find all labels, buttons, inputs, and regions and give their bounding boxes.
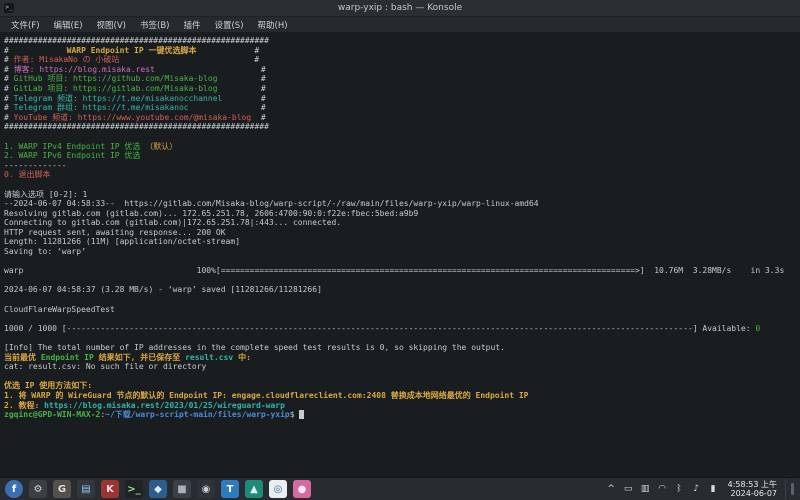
menu-item-plugins[interactable]: 插件 bbox=[176, 19, 207, 31]
terminal-line: HTTP request sent, awaiting response... … bbox=[4, 228, 800, 238]
terminal-line bbox=[4, 314, 800, 324]
clock-time: 4:58:53 上午 bbox=[728, 480, 777, 489]
system-settings-icon[interactable]: ⚙ bbox=[29, 480, 47, 498]
terminal-line bbox=[4, 132, 800, 142]
terminal-line: CloudFlareWarpSpeedTest bbox=[4, 305, 800, 315]
terminal-line: Length: 11281266 (11M) [application/octe… bbox=[4, 237, 800, 247]
terminal-line: ------------- bbox=[4, 161, 800, 171]
steam-icon[interactable]: ◉ bbox=[197, 480, 215, 498]
menu-item-help[interactable]: 帮助(H) bbox=[251, 19, 295, 31]
clock-date: 2024-06-07 bbox=[728, 489, 777, 498]
terminal-line: # 作者: MisakaNo の 小破站 # bbox=[4, 55, 800, 65]
taskbar: f ⚙ G ▤ K >_ ◆ ■ ◉ T ▲ ◎ ● ^ ▭ ▥ ◠ ᛒ ♪ ▮ 4:58:53 上午 2024-0… bbox=[0, 477, 800, 500]
terminal-line: # Telegram 频道: https://t.me/misakanoccha… bbox=[4, 94, 800, 104]
telegram-icon[interactable]: T bbox=[221, 480, 239, 498]
terminal-line: Saving to: ‘warp’ bbox=[4, 247, 800, 257]
desktop: >_ warp-yxip : bash — Konsole 文件(F)编辑(E)… bbox=[0, 0, 800, 500]
terminal-line bbox=[4, 372, 800, 382]
terminal-line: Resolving gitlab.com (gitlab.com)... 172… bbox=[4, 209, 800, 219]
terminal-line: 0. 退出脚本 bbox=[4, 170, 800, 180]
menu-item-edit[interactable]: 编辑(E) bbox=[47, 19, 90, 31]
speedtest-progress-line: 1000 / 1000 [---------------------------… bbox=[4, 324, 800, 334]
menu-item-settings[interactable]: 设置(S) bbox=[207, 19, 250, 31]
krita-icon[interactable]: K bbox=[101, 480, 119, 498]
terminal-line bbox=[4, 180, 800, 190]
terminal-line: 2024-06-07 04:58:37 (3.28 MB/s) - ‘warp’… bbox=[4, 285, 800, 295]
konsole-window-icon: >_ bbox=[4, 3, 14, 13]
menu-item-bookmarks[interactable]: 书签(B) bbox=[133, 19, 176, 31]
display-icon[interactable]: ▭ bbox=[624, 484, 633, 494]
wifi-icon[interactable]: ◠ bbox=[658, 484, 667, 494]
terminal-line: # YouTube 频道: https://www.youtube.com/@m… bbox=[4, 113, 800, 123]
terminal-line: [Info] The total number of IP addresses … bbox=[4, 343, 800, 353]
terminal-line: # 博客: https://blog.misaka.rest # bbox=[4, 65, 800, 75]
terminal-line: ########################################… bbox=[4, 36, 800, 46]
shell-prompt-line: zgqinc@GPD-WIN-MAX-2:~/下载/warp-script-ma… bbox=[4, 410, 800, 420]
option-input-line: 请输入选项 [0-2]: 1 bbox=[4, 190, 800, 200]
photos-icon[interactable]: ▲ bbox=[245, 480, 263, 498]
terminal-line: # GitLab 项目: https://gitlab.com/Misaka-b… bbox=[4, 84, 800, 94]
terminal-line: # WARP Endpoint IP 一键优选脚本 # bbox=[4, 46, 800, 56]
app-dark-icon[interactable]: ■ bbox=[173, 480, 191, 498]
volume-icon[interactable]: ♪ bbox=[692, 484, 701, 494]
app-launcher-icon[interactable]: f bbox=[5, 480, 23, 498]
panel-edge-bar-icon bbox=[791, 483, 794, 495]
browser-icon[interactable]: ◎ bbox=[269, 480, 287, 498]
system-tray: ^ ▭ ▥ ◠ ᛒ ♪ ▮ bbox=[607, 484, 718, 494]
window-title: warp-yxip : bash — Konsole bbox=[338, 3, 462, 13]
chat-icon[interactable]: ● bbox=[293, 480, 311, 498]
bluetooth-icon[interactable]: ᛒ bbox=[675, 484, 684, 494]
clock-widget[interactable]: 4:58:53 上午 2024-06-07 bbox=[728, 480, 777, 498]
terminal-line: ########################################… bbox=[4, 122, 800, 132]
menu-bar: 文件(F)编辑(E)视图(V)书签(B)插件设置(S)帮助(H) bbox=[0, 17, 800, 33]
download-progress-line: warp 100%[==============================… bbox=[4, 266, 800, 276]
terminal-line bbox=[4, 333, 800, 343]
terminal-line: 2. WARP IPv6 Endpoint IP 优选 bbox=[4, 151, 800, 161]
keyboard-layout-icon[interactable]: ▥ bbox=[641, 484, 650, 494]
terminal-line: 1. WARP IPv4 Endpoint IP 优选 （默认） bbox=[4, 142, 800, 152]
terminal-line: Connecting to gitlab.com (gitlab.com)|17… bbox=[4, 218, 800, 228]
terminal-line bbox=[4, 295, 800, 305]
terminal-line: 1. 将 WARP 的 WireGuard 节点的默认的 Endpoint IP… bbox=[4, 391, 800, 401]
menu-item-view[interactable]: 视图(V) bbox=[90, 19, 133, 31]
terminal-output[interactable]: ########################################… bbox=[0, 33, 800, 477]
konsole-icon[interactable]: >_ bbox=[125, 480, 143, 498]
taskbar-apps: f ⚙ G ▤ K >_ ◆ ■ ◉ T ▲ ◎ ● bbox=[2, 478, 314, 500]
terminal-line bbox=[4, 257, 800, 267]
terminal-line: cat: result.csv: No such file or directo… bbox=[4, 362, 800, 372]
tray-expander-icon[interactable]: ^ bbox=[607, 484, 616, 494]
gimp-icon[interactable]: G bbox=[53, 480, 71, 498]
terminal-line bbox=[4, 276, 800, 286]
terminal-line: # Telegram 群组: https://t.me/misakanoc # bbox=[4, 103, 800, 113]
window-titlebar[interactable]: >_ warp-yxip : bash — Konsole bbox=[0, 0, 800, 17]
menu-item-file[interactable]: 文件(F) bbox=[4, 19, 47, 31]
terminal-line: 当前最优 Endpoint IP 结果如下, 并已保存至 result.csv … bbox=[4, 353, 800, 363]
terminal-line: --2024-06-07 04:58:33-- https://gitlab.c… bbox=[4, 199, 800, 209]
terminal-line: 优选 IP 使用方法如下: bbox=[4, 381, 800, 391]
file-manager-icon[interactable]: ▤ bbox=[77, 480, 95, 498]
battery-icon[interactable]: ▮ bbox=[709, 484, 718, 494]
code-editor-icon[interactable]: ◆ bbox=[149, 480, 167, 498]
terminal-line: # GitHub 项目: https://github.com/Misaka-b… bbox=[4, 74, 800, 84]
terminal-line: 2. 教程: https://blog.misaka.rest/2023/01/… bbox=[4, 401, 800, 411]
panel-edge-handle[interactable] bbox=[785, 479, 798, 499]
